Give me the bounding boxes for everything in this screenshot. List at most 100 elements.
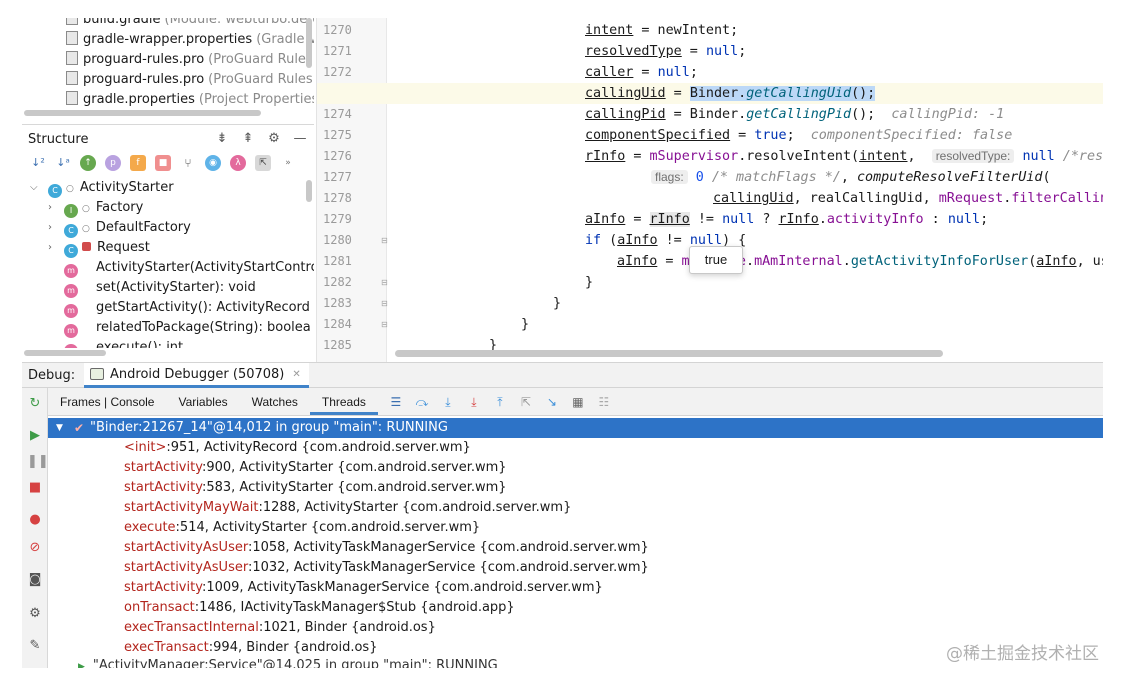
rerun-icon[interactable]: ↻ [27,396,43,412]
stack-frame[interactable]: execTransact:994, Binder {android.os} [124,638,377,658]
expand-all-icon[interactable]: ⇟ [214,131,230,147]
tree-item[interactable]: build.gradle (Module: webturbo.dere [66,18,314,30]
tab-frames-console[interactable]: Frames | Console [48,388,166,415]
code-line[interactable]: intent = newIntent; [317,20,1103,41]
tree-item[interactable]: proguard-rules.pro (ProGuard Rules [66,70,313,90]
code-line[interactable]: } [317,314,1103,335]
chevron-right-icon[interactable]: ▶ [78,662,85,668]
code-line[interactable]: callingPid = Binder.getCallingPid(); cal… [317,104,1103,125]
code-editor[interactable]: 1270 1271 1272 1273 1274 1275 1276 1277 … [316,18,1103,362]
project-tree-vscroll[interactable] [306,18,312,68]
structure-item[interactable]: › C ○ DefaultFactory [48,218,191,238]
mute-breakpoints-icon[interactable]: ⊘ [27,540,43,556]
code-line[interactable]: aInfo = rInfo != null ? rInfo.activityIn… [317,209,1103,230]
stack-frame[interactable]: startActivityAsUser:1032, ActivityTaskMa… [124,558,649,578]
debug-session-tab[interactable]: Android Debugger (50708) ✕ [84,363,309,388]
stack-frame[interactable]: startActivity:900, ActivityStarter {com.… [124,458,507,478]
structure-item[interactable]: m set(ActivityStarter): void [64,278,256,298]
show-properties-icon[interactable]: p [105,155,121,171]
structure-item[interactable]: › C Request [48,238,150,258]
project-tree-hscroll[interactable] [24,110,261,116]
chevron-down-icon[interactable]: ▼ [56,418,63,438]
resume-icon[interactable]: ▶ [27,428,43,444]
class-icon: C [64,244,78,258]
stack-frame[interactable]: startActivity:1009, ActivityTaskManagerS… [124,578,603,598]
view-breakpoints-icon[interactable]: ● [27,512,43,528]
step-into-icon[interactable]: ⤓ [440,394,456,410]
step-over-icon[interactable]: ⤼ [414,394,430,410]
stop-icon[interactable]: ■ [27,480,43,496]
code-line[interactable]: componentSpecified = true; componentSpec… [317,125,1103,146]
trace-icon[interactable]: ☷ [596,394,612,410]
structure-hscroll[interactable] [24,350,106,356]
show-anonymous-icon[interactable]: ⑂ [180,155,196,171]
drop-frame-icon[interactable]: ⇱ [518,394,534,410]
tab-threads[interactable]: Threads [309,388,378,415]
debug-left-toolbar: ↻ ▶ ❚❚ ■ ● ⊘ ◙ ⚙ ✎ [22,388,49,668]
structure-item[interactable]: m getStartActivity(): ActivityRecord [64,298,310,318]
chevron-right-icon[interactable]: › [48,198,58,218]
pause-icon[interactable]: ❚❚ [27,454,49,470]
pin-icon[interactable]: ✎ [27,638,43,654]
structure-item[interactable]: mexecute(): int [64,338,183,348]
stack-frame[interactable]: onTransact:1486, IActivityTaskManager$St… [124,598,515,618]
structure-root[interactable]: ⌵ C ○ ActivityStarter [30,178,174,198]
sort-by-type-icon[interactable]: ↓² [30,155,46,171]
sort-alphabetically-icon[interactable]: ↓ᵃ [55,155,71,171]
close-icon[interactable]: ✕ [292,369,300,380]
lambda-icon[interactable]: λ [230,155,246,171]
stack-frame[interactable]: execute:514, ActivityStarter {com.androi… [124,518,480,538]
code-line[interactable]: flags: 0 /* matchFlags */, computeResolv… [317,167,1103,188]
code-line[interactable]: resolvedType = null; [317,41,1103,62]
thread-row[interactable]: ▶ "ActivityManager:Service"@14,025 in gro… [78,656,498,668]
chevron-right-icon[interactable]: › [48,238,58,258]
code-line[interactable]: rInfo = mSupervisor.resolveIntent(intent… [317,146,1103,167]
camera-icon[interactable]: ◙ [27,572,43,588]
stack-frame[interactable]: startActivityMayWait:1288, ActivityStart… [124,498,571,518]
chevron-right-icon[interactable]: › [48,218,58,238]
properties-file-icon [66,91,78,105]
thread-row-selected[interactable]: ▼ ✔ "Binder:21267_14"@14,012 in group "m… [48,418,1103,438]
minimize-icon[interactable]: — [292,131,308,147]
tree-item[interactable]: gradle.properties (Project Properties [66,90,314,110]
gradle-file-icon [66,18,78,25]
param-hint: resolvedType: [931,149,1015,163]
tree-item[interactable]: proguard-rules.pro (ProGuard Rules [66,50,313,70]
code-line-current[interactable]: callingUid = Binder.getCallingUid(); [317,83,1103,104]
structure-item[interactable]: › I ○ Factory [48,198,143,218]
code-line[interactable]: caller = null; [317,62,1103,83]
package-visibility-icon: ○ [82,224,90,234]
tree-item[interactable]: gradle-wrapper.properties (Gradle V [66,30,314,50]
menu-icon[interactable]: ☰ [388,394,404,410]
breakpoint-check-icon: ✔ [74,421,85,435]
ide-window: build.gradle (Module: webturbo.dere gradl… [22,18,1103,668]
code-line[interactable]: callingUid, realCallingUid, mRequest.fil… [317,188,1103,209]
stack-frame[interactable]: execTransactInternal:1021, Binder {andro… [124,618,436,638]
stack-frame[interactable]: startActivity:583, ActivityStarter {com.… [124,478,507,498]
code-line[interactable]: } [317,293,1103,314]
force-step-into-icon[interactable]: ⤓ [466,394,482,410]
show-lambdas-icon[interactable]: ◉ [205,155,221,171]
tab-watches[interactable]: Watches [240,388,310,415]
run-to-cursor-icon[interactable]: ↘ [544,394,560,410]
code-line[interactable]: } [317,272,1103,293]
collapse-all-icon[interactable]: ⇞ [240,131,256,147]
text-file-icon [66,71,78,85]
structure-item[interactable]: m relatedToPackage(String): boolea [64,318,311,338]
gear-icon[interactable]: ⚙ [266,131,282,147]
step-out-icon[interactable]: ⤒ [492,394,508,410]
chevron-down-icon[interactable]: ⌵ [30,178,40,198]
structure-vscroll[interactable] [306,180,312,202]
stack-frame[interactable]: startActivityAsUser:1058, ActivityTaskMa… [124,538,649,558]
show-inherited-icon[interactable]: ↑ [80,155,96,171]
structure-item[interactable]: m ActivityStarter(ActivityStartContro [64,258,314,278]
autoscroll-icon[interactable]: ⇱ [255,155,271,171]
more-icon[interactable]: » [280,155,296,171]
evaluate-expression-icon[interactable]: ▦ [570,394,586,410]
show-non-public-icon[interactable]: ■ [155,155,171,171]
stack-frame[interactable]: <init>:951, ActivityRecord {com.android.… [124,438,471,458]
settings-icon[interactable]: ⚙ [27,606,43,622]
tab-variables[interactable]: Variables [166,388,239,415]
show-fields-icon[interactable]: f [130,155,146,171]
editor-hscroll[interactable] [395,350,943,357]
